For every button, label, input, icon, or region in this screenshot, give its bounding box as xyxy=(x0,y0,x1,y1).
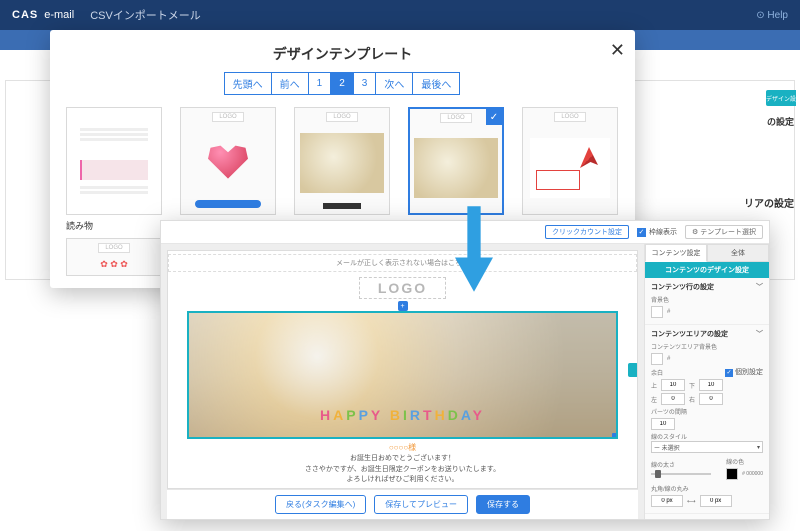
hero-text: HAPPY BIRTHDAY xyxy=(320,407,485,423)
page-title: CSVインポートメール xyxy=(90,7,201,23)
gap-input[interactable] xyxy=(651,418,675,430)
close-icon[interactable]: ✕ xyxy=(610,40,625,61)
logo-chip: LOGO xyxy=(554,112,585,122)
heart-icon xyxy=(203,139,253,183)
label-margin: 余白 xyxy=(651,368,663,377)
pager: 先頭へ 前へ 1 2 3 次へ 最後へ xyxy=(66,72,619,95)
check-icon: ✓ xyxy=(486,109,502,125)
email-canvas[interactable]: メールが正しく表示されない場合はこちら LOGO + HAPPY BIRTHDA… xyxy=(167,250,638,489)
chevron-down-icon: ▾ xyxy=(757,444,760,451)
template-thumb[interactable] xyxy=(66,107,162,215)
view-online-link[interactable]: メールが正しく表示されない場合はこちら xyxy=(168,254,637,272)
hero-image-block[interactable]: HAPPY BIRTHDAY xyxy=(187,311,618,439)
template-grid: 読み物 LOGO アンケート回答依頼 LOGO 誕生日1 ✓ LOGO xyxy=(66,107,619,232)
hero-image: HAPPY BIRTHDAY xyxy=(189,313,616,437)
logo-chip: LOGO xyxy=(212,112,243,122)
logo-placeholder[interactable]: LOGO xyxy=(359,277,446,299)
radius-input-2[interactable] xyxy=(700,495,732,507)
resize-handle[interactable] xyxy=(612,433,618,439)
template-item[interactable]: LOGO アンケート回答依頼 xyxy=(180,107,276,232)
recipient-placeholder[interactable]: ○○○○様 xyxy=(389,442,416,453)
collapse-icon[interactable]: ﹀ xyxy=(756,282,763,292)
check-icon: ✓ xyxy=(637,228,646,237)
pager-1[interactable]: 1 xyxy=(308,72,332,95)
side-handle[interactable] xyxy=(628,363,638,377)
grid-toggle[interactable]: ✓枠線表示 xyxy=(637,227,677,237)
template-thumb[interactable]: LOGO✿ ✿ ✿ xyxy=(66,238,162,276)
pager-last[interactable]: 最後へ xyxy=(412,72,460,95)
pager-next[interactable]: 次へ xyxy=(375,72,413,95)
color-swatch[interactable] xyxy=(651,353,663,365)
margin-right-input[interactable] xyxy=(699,393,723,405)
template-thumb[interactable]: LOGO xyxy=(294,107,390,215)
margin-left-input[interactable] xyxy=(661,393,685,405)
thickness-slider[interactable] xyxy=(651,473,711,475)
bg-label-1: の設定 xyxy=(767,115,794,128)
template-thumb[interactable]: LOGO xyxy=(522,107,618,215)
brand: CAS xyxy=(12,9,38,21)
margin-top-input[interactable] xyxy=(661,379,685,391)
collapse-icon[interactable]: ﹀ xyxy=(756,329,763,339)
label-round: 丸角/線の丸み xyxy=(651,484,763,493)
sidebar-banner: コンテンツのデザイン設定 xyxy=(645,262,769,278)
tab-overall[interactable]: 全体 xyxy=(707,244,769,262)
template-item[interactable]: 読み物 xyxy=(66,107,162,232)
gear-icon: ⚙ xyxy=(692,229,698,236)
template-caption: 読み物 xyxy=(66,219,162,232)
logo-chip: LOGO xyxy=(326,112,357,122)
label-bgcolor: 背景色 xyxy=(651,295,763,304)
editor-panel: クリックカウント設定 ✓枠線表示 ⚙ テンプレート選択 メールが正しく表示されな… xyxy=(160,220,770,520)
logo-chip: LOGO xyxy=(98,243,129,253)
template-item-selected[interactable]: ✓ LOGO 誕生日2 xyxy=(408,107,504,232)
preview-button[interactable]: 保存してプレビュー xyxy=(374,495,468,514)
tab-content[interactable]: コンテンツ設定 xyxy=(645,244,707,262)
margin-individual-toggle[interactable]: ✓個別設定 xyxy=(725,367,763,377)
template-thumb[interactable]: ✓ LOGO xyxy=(408,107,504,215)
template-item[interactable]: LOGO 年賀状1 xyxy=(522,107,618,232)
canvas-area: メールが正しく表示されない場合はこちら LOGO + HAPPY BIRTHDA… xyxy=(161,244,644,519)
template-select-button[interactable]: ⚙ テンプレート選択 xyxy=(685,225,763,239)
pager-first[interactable]: 先頭へ xyxy=(224,72,272,95)
bg-label-2: リアの設定 xyxy=(744,195,794,210)
back-button[interactable]: 戻る(タスク編集へ) xyxy=(275,495,366,514)
line-style-select[interactable]: ー 未選択▾ xyxy=(651,441,763,453)
template-thumb[interactable]: LOGO xyxy=(180,107,276,215)
template-item[interactable]: LOGO 誕生日1 xyxy=(294,107,390,232)
click-count-button[interactable]: クリックカウント設定 xyxy=(545,225,629,239)
label-line-thick: 線の太さ xyxy=(651,460,711,469)
pager-2[interactable]: 2 xyxy=(330,72,354,95)
margin-bottom-input[interactable] xyxy=(699,379,723,391)
brand-sub: e-mail xyxy=(44,9,74,21)
label-area-bg: コンテンツエリア背景色 xyxy=(651,342,763,351)
help-link[interactable]: ⊙ Help xyxy=(756,10,788,21)
design-sidebar: コンテンツ設定 全体 コンテンツのデザイン設定 コンテンツ行の設定﹀ 背景色 #… xyxy=(644,244,769,519)
color-swatch[interactable] xyxy=(651,306,663,318)
save-button[interactable]: 保存する xyxy=(476,495,530,514)
label-gap: パーツの間隔 xyxy=(651,407,763,416)
editor-footer: 戻る(タスク編集へ) 保存してプレビュー 保存する xyxy=(167,489,638,519)
add-handle[interactable]: + xyxy=(398,301,408,311)
section-area-title: コンテンツエリアの設定 xyxy=(651,329,728,339)
logo-chip: LOGO xyxy=(440,113,471,123)
app-header: CAS e-mail CSVインポートメール ⊙ Help xyxy=(0,0,800,30)
label-line-style: 線のスタイル xyxy=(651,432,763,441)
section-row-title: コンテンツ行の設定 xyxy=(651,282,714,292)
pager-3[interactable]: 3 xyxy=(353,72,377,95)
label-line-color: 線の色 xyxy=(726,457,763,466)
modal-title: デザインテンプレート xyxy=(66,44,619,64)
radius-input[interactable] xyxy=(651,495,683,507)
bg-design-tab[interactable]: デザイン設 xyxy=(766,90,796,106)
body-text[interactable]: お誕生日おめでとうございます！ ささやかですが、お誕生日限定クーポンをお送りいた… xyxy=(305,454,500,486)
editor-toolbar: クリックカウント設定 ✓枠線表示 ⚙ テンプレート選択 xyxy=(161,221,769,244)
pager-prev[interactable]: 前へ xyxy=(271,72,309,95)
color-swatch[interactable] xyxy=(726,468,738,480)
